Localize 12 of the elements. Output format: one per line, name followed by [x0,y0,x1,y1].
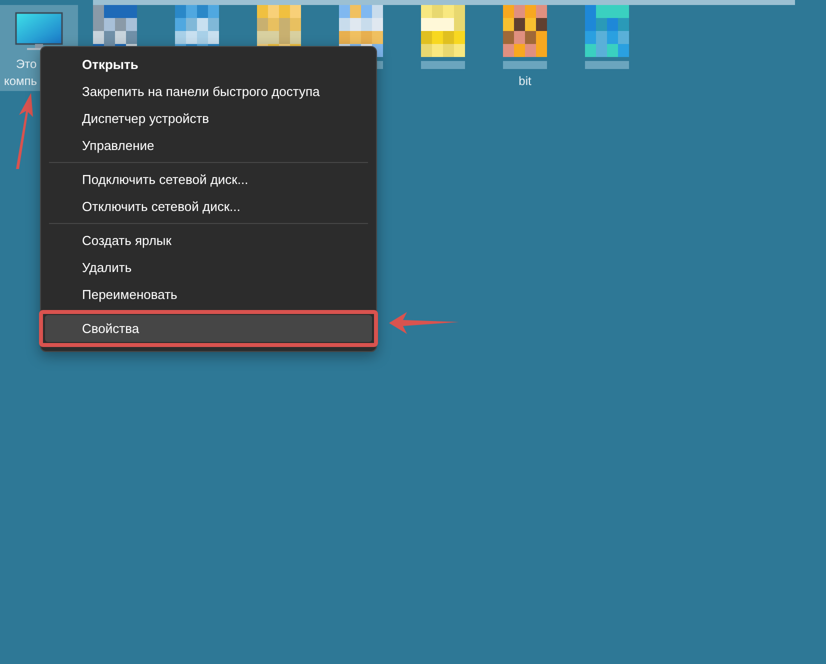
menu-item[interactable]: Отключить сетевой диск... [45,193,372,220]
icon-label: bit [518,73,532,90]
menu-item[interactable]: Свойства [45,315,372,342]
menu-item[interactable]: Переименовать [45,281,372,308]
menu-item[interactable]: Управление [45,132,372,159]
menu-item[interactable]: Удалить [45,254,372,281]
icon-label: Это [15,56,37,73]
menu-item[interactable]: Диспетчер устройств [45,105,372,132]
menu-item[interactable]: Подключить сетевой диск... [45,166,372,193]
icon-label: компь [4,73,38,90]
monitor-icon [15,12,63,52]
menu-item[interactable]: Создать ярлык [45,227,372,254]
